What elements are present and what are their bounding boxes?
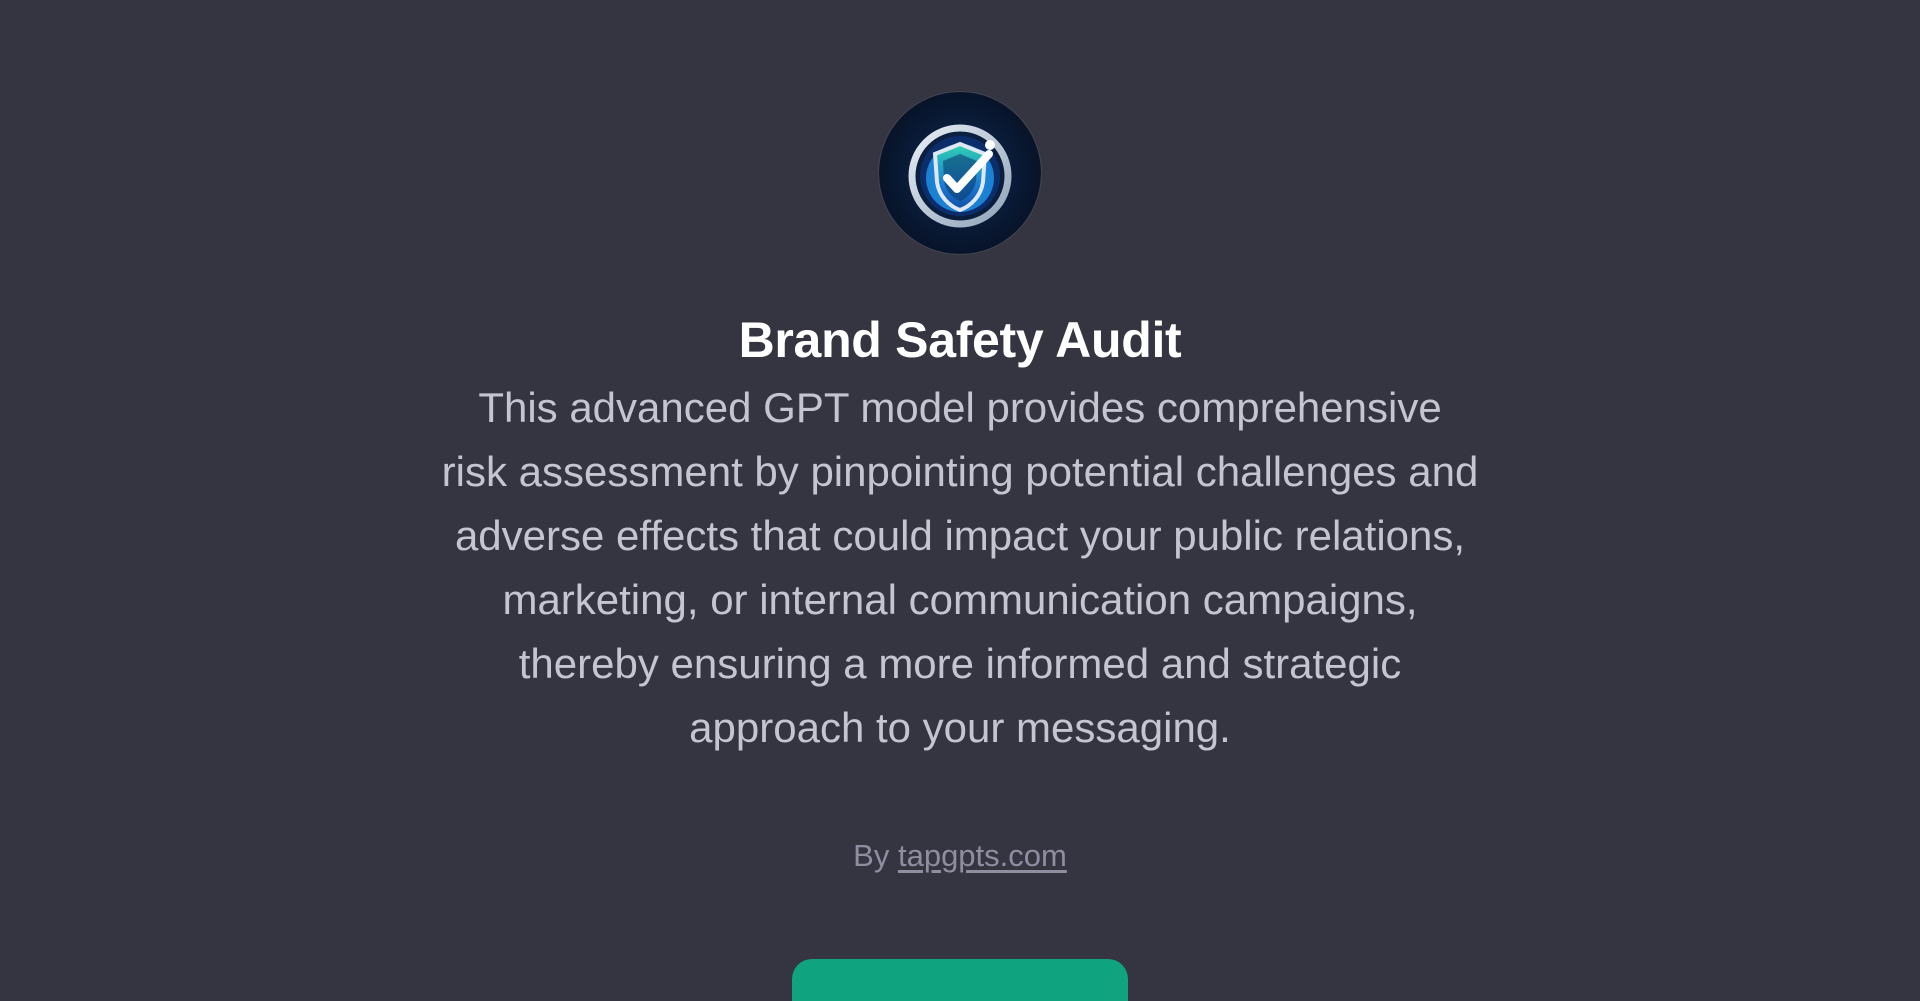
author-prefix: By	[853, 838, 890, 873]
gpt-description: This advanced GPT model provides compreh…	[441, 384, 1479, 751]
start-chat-button[interactable]	[792, 959, 1128, 1001]
gpt-title: Brand Safety Audit	[738, 312, 1182, 368]
author-byline: By tapgpts.com	[0, 835, 1920, 877]
gpt-avatar	[879, 92, 1041, 254]
gpt-landing-page: Brand Safety Audit This advanced GPT mod…	[0, 0, 1920, 1001]
shield-check-icon	[879, 92, 1041, 254]
author-link[interactable]: tapgpts.com	[898, 838, 1067, 873]
